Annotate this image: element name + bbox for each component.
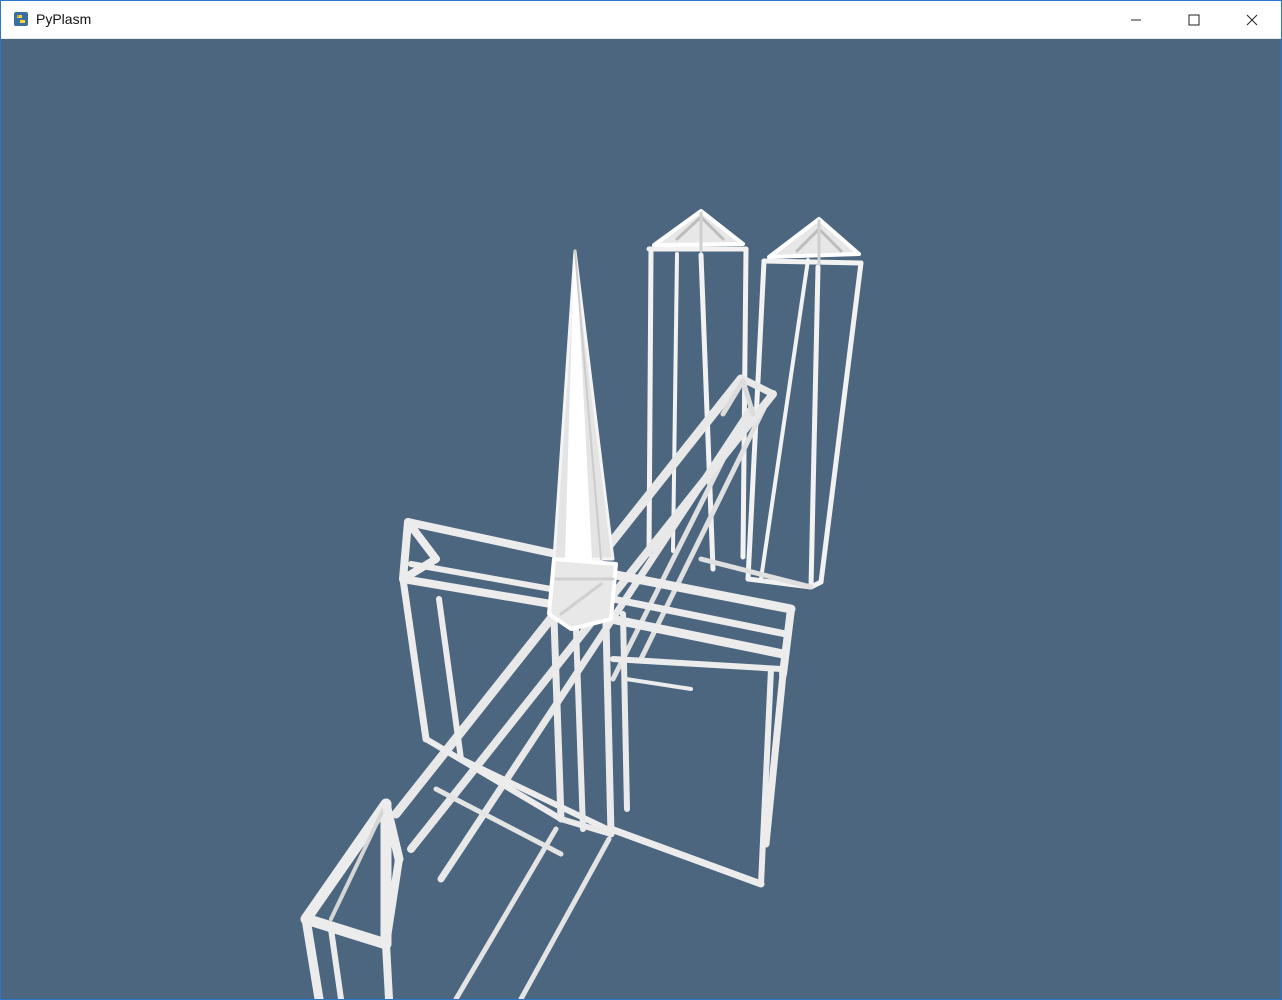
central-spire: [547, 249, 618, 631]
window-title: PyPlasm: [36, 11, 92, 27]
minimize-icon: [1131, 19, 1141, 20]
python-icon: [13, 11, 29, 27]
close-button[interactable]: [1223, 1, 1281, 38]
front-facade-frame: [300, 798, 404, 999]
3d-viewport[interactable]: [1, 39, 1281, 999]
transept-right-frame: [606, 569, 796, 888]
title-bar[interactable]: PyPlasm: [1, 1, 1281, 39]
wireframe-3d-model: [300, 209, 864, 999]
maximize-button[interactable]: [1165, 1, 1223, 38]
close-icon: [1246, 14, 1258, 25]
minimize-button[interactable]: [1107, 1, 1165, 38]
app-window: PyPlasm: [0, 0, 1282, 1000]
maximize-icon: [1188, 14, 1200, 25]
